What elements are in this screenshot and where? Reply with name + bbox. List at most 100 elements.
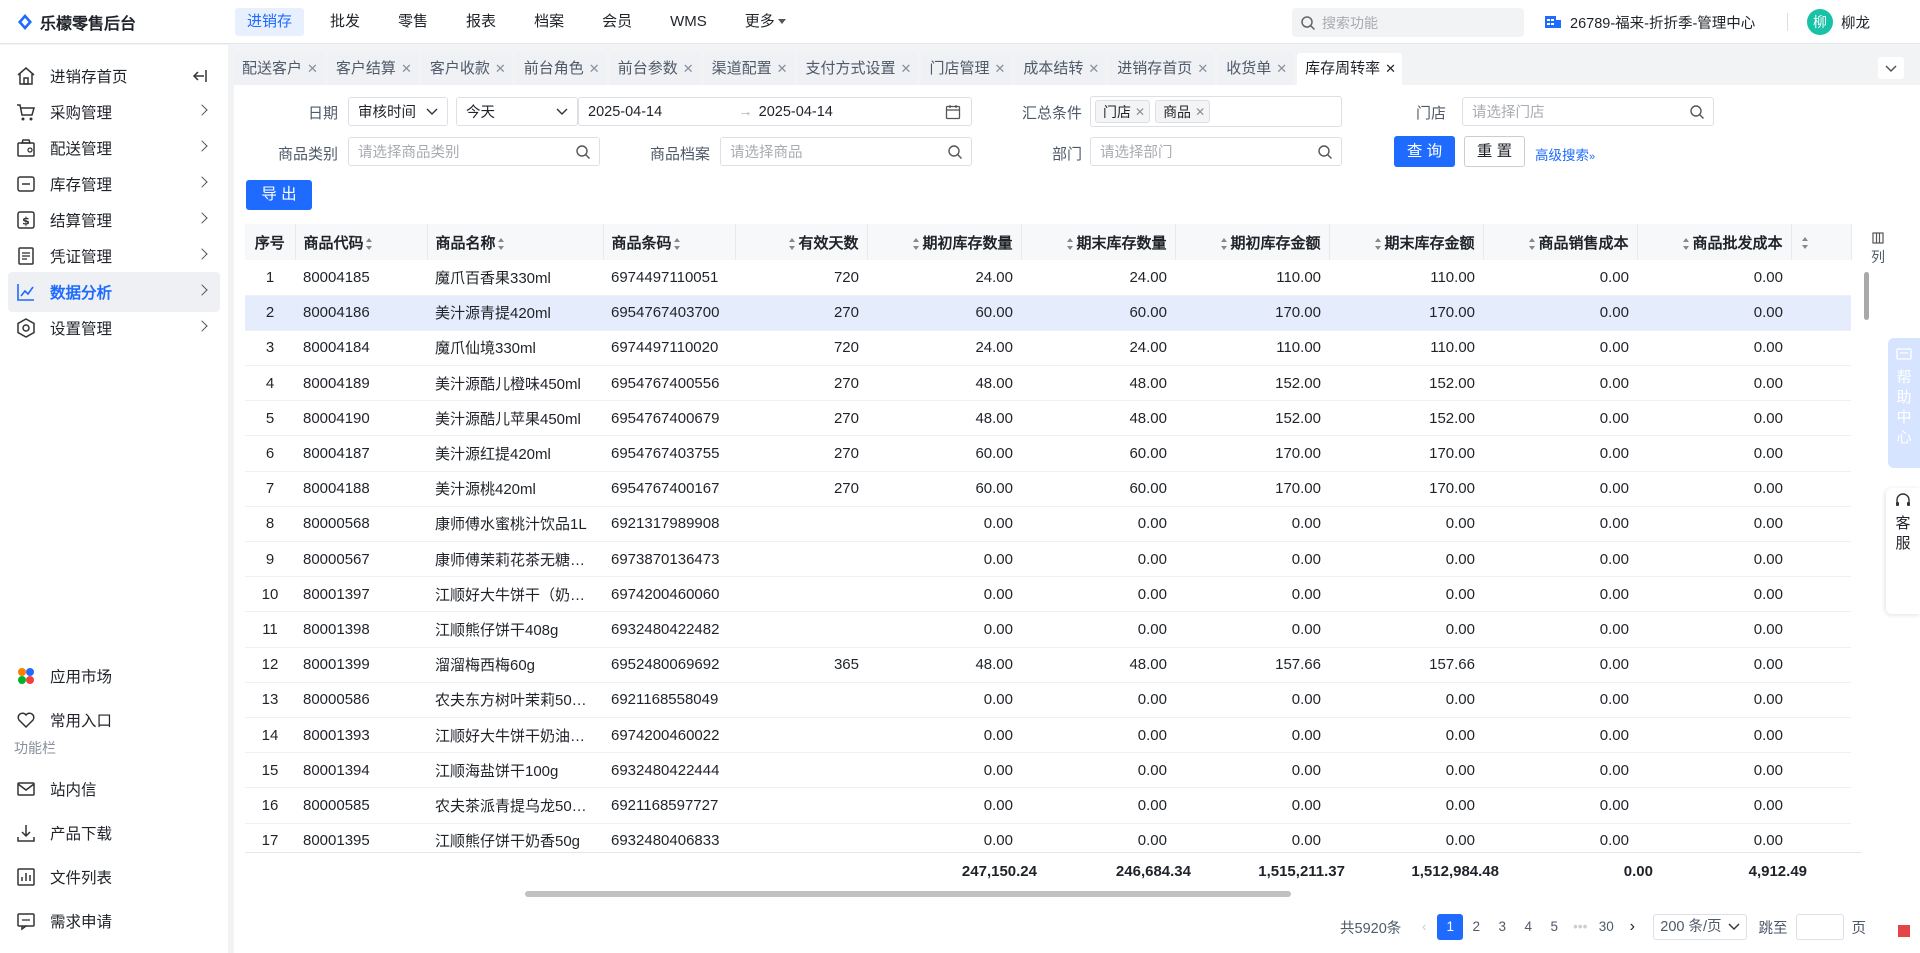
col-header-begin-qty[interactable]: 期初库存数量	[867, 224, 1022, 260]
sort-icon[interactable]	[1801, 236, 1809, 249]
close-icon[interactable]: ✕	[1276, 53, 1287, 85]
close-icon[interactable]: ✕	[994, 53, 1005, 85]
col-header-end-amount[interactable]: 期末库存金额	[1329, 224, 1484, 260]
sort-icon[interactable]	[1529, 237, 1536, 250]
tab-channel-config[interactable]: 渠道配置 ✕	[703, 53, 794, 85]
product-select[interactable]: 请选择商品	[720, 137, 972, 166]
table-row[interactable]: 7 80004188 美汁源桃420ml 6954767400167 270 60.00 6…	[245, 471, 1851, 507]
col-header-end-qty[interactable]: 期末库存数量	[1021, 224, 1176, 260]
page-jump-input[interactable]	[1795, 914, 1844, 940]
table-row[interactable]: 6 80004187 美汁源红提420ml 6954767403755 270 60.00…	[245, 435, 1851, 472]
query-button[interactable]: 查 询	[1394, 136, 1455, 167]
table-row[interactable]: 2 80004186 美汁源青提420ml 6954767403700 270 60.00…	[245, 295, 1851, 331]
tab-front-params[interactable]: 前台参数 ✕	[609, 53, 700, 85]
scroll-thumb[interactable]	[1864, 272, 1869, 320]
close-icon[interactable]: ✕	[777, 53, 788, 85]
table-row[interactable]: 10 80001397 江顺好大牛饼干（奶… 6974200460060 0.00 0.0…	[245, 576, 1851, 613]
summary-tags-select[interactable]: 门店 ✕ 商品 ✕	[1090, 96, 1342, 127]
user-menu[interactable]: 柳 柳龙	[1807, 0, 1870, 44]
col-header-begin-amount[interactable]: 期初库存金额	[1175, 224, 1330, 260]
sidebar-item-settings[interactable]: 设置管理	[8, 308, 220, 348]
close-icon[interactable]: ✕	[589, 53, 600, 85]
tab-receiving[interactable]: 收货单 ✕	[1218, 53, 1294, 85]
sidebar-downloads[interactable]: 产品下载	[8, 813, 220, 853]
close-icon[interactable]: ✕	[901, 53, 912, 85]
date-end[interactable]: 2025-04-14	[759, 104, 833, 120]
close-icon[interactable]: ✕	[1195, 105, 1205, 119]
dept-select[interactable]: 请选择部门	[1090, 137, 1342, 166]
table-row[interactable]: 16 80000585 农夫茶派青提乌龙50… 6921168597727 0.00 0.…	[245, 787, 1851, 824]
sort-icon[interactable]	[1683, 237, 1690, 250]
table-row[interactable]: 3 80004184 魔爪仙境330ml 6974497110020 720 24.00 2…	[245, 330, 1851, 367]
close-icon[interactable]: ✕	[307, 53, 318, 85]
close-icon[interactable]: ✕	[495, 53, 506, 85]
sidebar-item-data-analysis[interactable]: 数据分析	[8, 272, 220, 312]
sidebar-item-distribution[interactable]: 配送管理	[8, 128, 220, 168]
sort-icon[interactable]	[497, 237, 505, 250]
advanced-search-link[interactable]: 高级搜索»	[1535, 144, 1595, 164]
sidebar-app-market[interactable]: 应用市场	[8, 656, 220, 696]
sidebar-requests[interactable]: 需求申请	[8, 901, 220, 941]
col-header-name[interactable]: 商品名称	[427, 224, 604, 260]
prev-page-icon[interactable]: ‹	[1411, 914, 1437, 940]
store-switcher[interactable]: 26789-福来-折折季-管理中心	[1544, 0, 1755, 44]
store-select[interactable]: 请选择门店	[1462, 97, 1714, 126]
table-row[interactable]: 12 80001399 溜溜梅西梅60g 6952480069692 365 48.00 4…	[245, 647, 1851, 683]
tab-delivery-customer[interactable]: 配送客户 ✕	[234, 53, 324, 85]
table-row[interactable]: 15 80001394 江顺海盐饼干100g 6932480422444 0.00 0.0…	[245, 752, 1851, 789]
topnav-jxc[interactable]: 进销存	[235, 7, 305, 36]
page-2[interactable]: 2	[1463, 914, 1489, 940]
tab-customer-payment[interactable]: 客户收款 ✕	[421, 53, 512, 85]
page-30[interactable]: 30	[1593, 914, 1619, 940]
table-row[interactable]: 1 80004185 魔爪百香果330ml 6974497110051 720 24.00…	[245, 260, 1851, 296]
col-header-code[interactable]: 商品代码	[295, 224, 428, 260]
page-4[interactable]: 4	[1515, 914, 1541, 940]
sidebar-item-voucher[interactable]: 凭证管理	[8, 236, 220, 276]
sort-icon[interactable]	[1375, 237, 1382, 250]
collapse-sidebar-icon[interactable]	[192, 69, 208, 83]
table-row[interactable]: 13 80000586 农夫东方树叶茉莉50… 6921168558049 0.00 0.…	[245, 682, 1851, 718]
topnav-wms[interactable]: WMS	[658, 8, 719, 36]
category-select[interactable]: 请选择商品类别	[348, 137, 600, 166]
topnav-more[interactable]: 更多	[733, 8, 798, 36]
col-header-barcode[interactable]: 商品条码	[603, 224, 736, 260]
page-5[interactable]: 5	[1541, 914, 1567, 940]
close-icon[interactable]: ✕	[401, 53, 412, 85]
table-row[interactable]: 5 80004190 美汁源酷儿苹果450ml 6954767400679 270 48.…	[245, 400, 1851, 437]
topnav-member[interactable]: 会员	[590, 8, 644, 36]
tab-jxc-home[interactable]: 进销存首页 ✕	[1109, 53, 1215, 85]
close-icon[interactable]: ✕	[1197, 53, 1208, 85]
sort-icon[interactable]	[1221, 237, 1228, 250]
table-row[interactable]: 8 80000568 康师傅水蜜桃汁饮品1L 6921317989908 0.00 0.0…	[245, 506, 1851, 543]
reset-button[interactable]: 重 置	[1464, 136, 1525, 167]
topnav-retail[interactable]: 零售	[386, 8, 440, 36]
topnav-wholesale[interactable]: 批发	[318, 8, 372, 36]
function-search-input[interactable]: 搜索功能	[1292, 8, 1524, 37]
col-header-wholesale-cost[interactable]: 商品批发成本	[1637, 224, 1792, 260]
date-preset-select[interactable]: 今天	[456, 97, 578, 126]
sort-icon[interactable]	[913, 237, 920, 250]
sidebar-item-purchase[interactable]: 采购管理	[8, 92, 220, 132]
page-3[interactable]: 3	[1489, 914, 1515, 940]
table-row[interactable]: 11 80001398 江顺熊仔饼干408g 6932480422482 0.00 0.0…	[245, 611, 1851, 648]
sort-icon[interactable]	[365, 237, 373, 250]
tab-inventory-turnover[interactable]: 库存周转率 ✕	[1297, 53, 1403, 85]
date-type-select[interactable]: 审核时间	[348, 97, 448, 126]
tab-front-role[interactable]: 前台角色 ✕	[515, 53, 606, 85]
close-icon[interactable]: ✕	[1088, 53, 1099, 85]
date-range-picker[interactable]: 2025-04-14 → 2025-04-14	[578, 97, 972, 126]
date-start[interactable]: 2025-04-14	[588, 104, 662, 120]
table-row[interactable]: 14 80001393 江顺好大牛饼干奶油… 6974200460022 0.00 0.0…	[245, 717, 1851, 754]
sort-icon[interactable]	[1067, 237, 1074, 250]
sort-icon[interactable]	[673, 237, 681, 250]
close-icon[interactable]: ✕	[683, 53, 694, 85]
tab-customer-settlement[interactable]: 客户结算 ✕	[327, 53, 418, 85]
scroll-thumb[interactable]	[525, 891, 1291, 897]
customer-service-button[interactable]: 客服	[1886, 488, 1920, 614]
vertical-scrollbar[interactable]	[1863, 262, 1871, 852]
topnav-reports[interactable]: 报表	[454, 8, 508, 36]
tab-store-management[interactable]: 门店管理 ✕	[921, 53, 1012, 85]
table-row[interactable]: 9 80000567 康师傅茉莉花茶无糖… 6973870136473 0.00 0.00…	[245, 541, 1851, 578]
col-header-sales-cost[interactable]: 商品销售成本	[1483, 224, 1638, 260]
next-page-icon[interactable]: ›	[1619, 914, 1645, 940]
